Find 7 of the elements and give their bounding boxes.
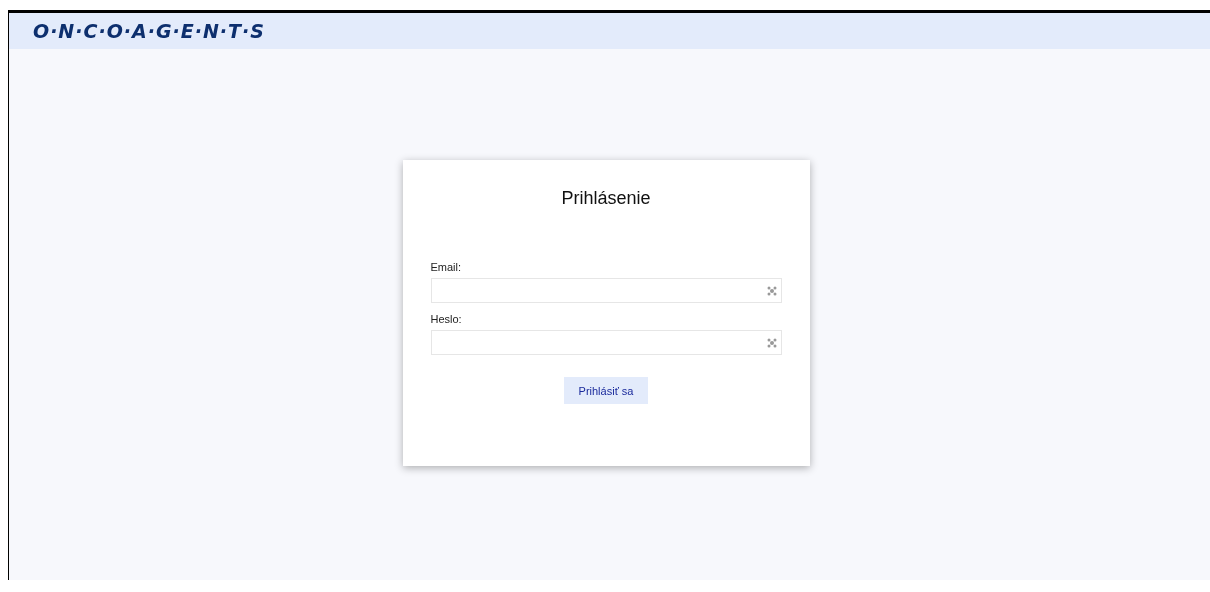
- input-field[interactable]: [430, 278, 782, 303]
- field-label: Email:: [430, 261, 462, 273]
- input-field[interactable]: [430, 330, 782, 355]
- field-label: Heslo:: [430, 313, 462, 325]
- login-title: Prihlásenie: [560, 188, 652, 209]
- logo: O·N·C·O·A·G·E·N·T·S: [33, 20, 265, 42]
- login-button[interactable]: Prihlásiť sa: [563, 377, 649, 404]
